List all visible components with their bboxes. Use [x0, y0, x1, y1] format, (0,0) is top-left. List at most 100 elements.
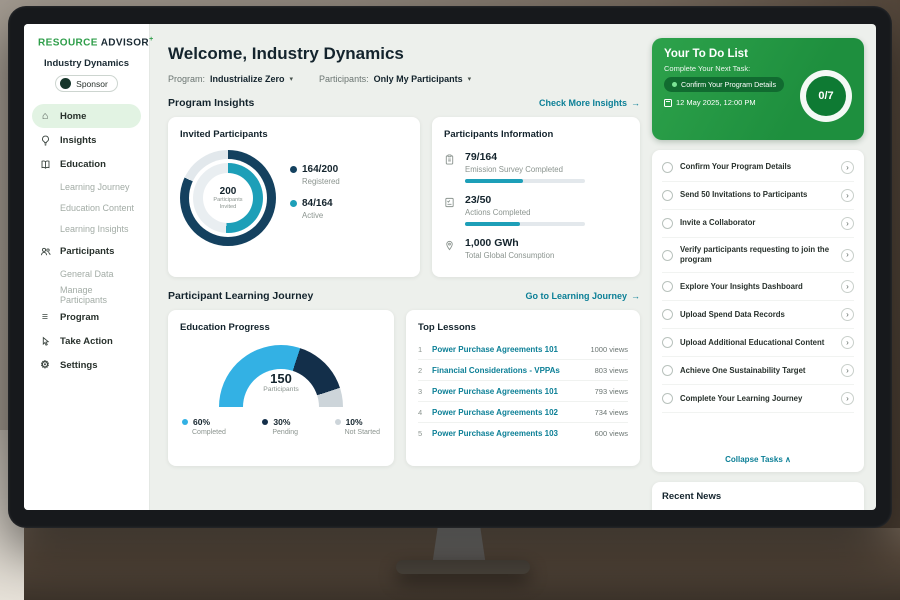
lesson-row: 5 Power Purchase Agreements 103 600 view… [418, 423, 628, 443]
sidebar-item-participants[interactable]: Participants [24, 239, 149, 263]
top-lessons-card: Top Lessons 1 Power Purchase Agreements … [406, 310, 640, 466]
todo-summary-card: Your To Do List Complete Your Next Task:… [652, 38, 864, 140]
sidebar-item-education[interactable]: Education [24, 152, 149, 176]
sidebar-item-learning-journey[interactable]: Learning Journey [24, 176, 149, 197]
task-checkbox[interactable] [662, 190, 673, 201]
card-title: Top Lessons [418, 322, 628, 333]
legend-entry: 10% Not Started [335, 417, 380, 436]
sidebar-item-general-data[interactable]: General Data [24, 263, 149, 284]
legend-label: Active [302, 211, 340, 220]
task-checkbox[interactable] [662, 250, 673, 261]
sponsor-badge[interactable]: Sponsor [55, 75, 118, 92]
task-row[interactable]: Confirm Your Program Details › [662, 154, 854, 182]
legend-label: Pending [272, 429, 298, 436]
lesson-link[interactable]: Power Purchase Agreements 101 [432, 387, 558, 396]
link-label: Check More Insights [539, 98, 627, 108]
lesson-link[interactable]: Financial Considerations - VPPAs [432, 366, 560, 375]
donut-center-label: Participants Invited [208, 197, 248, 210]
task-row[interactable]: Send 50 Invitations to Participants › [662, 182, 854, 210]
task-checkbox[interactable] [662, 365, 673, 376]
lesson-views: 600 views [595, 429, 628, 438]
section-title: Program Insights [168, 97, 254, 109]
chevron-right-icon[interactable]: › [841, 161, 854, 174]
logo-primary: RESOURCE [38, 37, 98, 48]
sidebar-item-home[interactable]: ⌂ Home [32, 104, 141, 128]
task-checkbox[interactable] [662, 281, 673, 292]
due-date-text: 12 May 2025, 12:00 PM [676, 98, 756, 107]
gauge-legend: 60% Completed 30% Pending 10% [180, 417, 382, 436]
sidebar-item-learning-insights[interactable]: Learning Insights [24, 218, 149, 239]
sidebar-item-program[interactable]: ≡ Program [24, 305, 149, 329]
chevron-right-icon[interactable]: › [841, 189, 854, 202]
legend-value: 10% [346, 417, 363, 427]
info-label: Total Global Consumption [465, 251, 554, 260]
program-filter-dropdown[interactable]: Program: Industrialize Zero ▾ [168, 74, 293, 84]
sidebar-item-insights[interactable]: Insights [24, 128, 149, 152]
legend-dot [335, 419, 341, 425]
lesson-link[interactable]: Power Purchase Agreements 103 [432, 429, 558, 438]
lesson-views: 803 views [595, 366, 628, 375]
go-to-learning-journey-link[interactable]: Go to Learning Journey → [525, 291, 640, 301]
task-row[interactable]: Achieve One Sustainability Target › [662, 357, 854, 385]
card-title: Invited Participants [180, 129, 408, 140]
education-progress-card: Education Progress 150 Participants [168, 310, 394, 466]
progress-bar-fill [465, 222, 520, 226]
sidebar-item-label: Insights [60, 135, 96, 146]
organization-name: Industry Dynamics [24, 58, 149, 69]
sidebar-item-manage-participants[interactable]: Manage Participants [24, 284, 149, 305]
sidebar-item-label: Settings [60, 360, 97, 371]
lesson-list: 1 Power Purchase Agreements 101 1000 vie… [418, 339, 628, 443]
learning-journey-header: Participant Learning Journey Go to Learn… [168, 290, 640, 302]
task-row[interactable]: Invite a Collaborator › [662, 210, 854, 238]
chevron-right-icon[interactable]: › [841, 308, 854, 321]
sidebar-item-settings[interactable]: ⚙ Settings [24, 353, 149, 377]
lesson-views: 734 views [595, 408, 628, 417]
lesson-rank: 2 [418, 366, 426, 375]
legend-value: 84/164 [302, 198, 333, 209]
task-label: Upload Additional Educational Content [680, 338, 834, 348]
collapse-tasks-link[interactable]: Collapse Tasks ∧ [662, 449, 854, 466]
task-label: Achieve One Sustainability Target [680, 366, 834, 376]
chevron-right-icon[interactable]: › [841, 280, 854, 293]
lesson-row: 4 Power Purchase Agreements 102 734 view… [418, 402, 628, 423]
task-row[interactable]: Upload Spend Data Records › [662, 301, 854, 329]
checklist-icon [444, 194, 457, 226]
todo-title: Your To Do List [664, 48, 852, 60]
sidebar-item-education-content[interactable]: Education Content [24, 197, 149, 218]
chevron-right-icon[interactable]: › [841, 392, 854, 405]
task-row[interactable]: Complete Your Learning Journey › [662, 385, 854, 413]
participants-information-card: Participants Information 79/164 Emission… [432, 117, 640, 277]
filter-label: Program: [168, 74, 205, 84]
lesson-link[interactable]: Power Purchase Agreements 102 [432, 408, 558, 417]
task-checkbox[interactable] [662, 337, 673, 348]
next-task-pill[interactable]: Confirm Your Program Details [664, 77, 784, 92]
legend-label: Registered [302, 177, 340, 186]
task-row[interactable]: Upload Additional Educational Content › [662, 329, 854, 357]
info-value: 1,000 GWh [465, 237, 554, 249]
chevron-right-icon[interactable]: › [841, 364, 854, 377]
task-row[interactable]: Explore Your Insights Dashboard › [662, 273, 854, 301]
chevron-right-icon[interactable]: › [841, 249, 854, 262]
chevron-right-icon[interactable]: › [841, 217, 854, 230]
task-label: Explore Your Insights Dashboard [680, 282, 834, 292]
participants-filter-dropdown[interactable]: Participants: Only My Participants ▾ [319, 74, 471, 84]
progress-bar [465, 222, 585, 226]
legend-value: 30% [273, 417, 290, 427]
task-checkbox[interactable] [662, 393, 673, 404]
sponsor-label: Sponsor [76, 79, 108, 89]
legend-dot [182, 419, 188, 425]
task-label: Confirm Your Program Details [680, 162, 834, 172]
task-row[interactable]: Verify participants requesting to join t… [662, 238, 854, 273]
task-checkbox[interactable] [662, 218, 673, 229]
task-checkbox[interactable] [662, 162, 673, 173]
lesson-link[interactable]: Power Purchase Agreements 101 [432, 345, 558, 354]
sidebar-item-take-action[interactable]: Take Action [24, 329, 149, 353]
arrow-right-icon: → [631, 98, 640, 108]
lesson-row: 1 Power Purchase Agreements 101 1000 vie… [418, 339, 628, 360]
check-more-insights-link[interactable]: Check More Insights → [539, 98, 640, 108]
lesson-rank: 4 [418, 408, 426, 417]
recent-news-title: Recent News [662, 491, 721, 502]
info-label: Emission Survey Completed [465, 165, 585, 174]
chevron-right-icon[interactable]: › [841, 336, 854, 349]
task-checkbox[interactable] [662, 309, 673, 320]
